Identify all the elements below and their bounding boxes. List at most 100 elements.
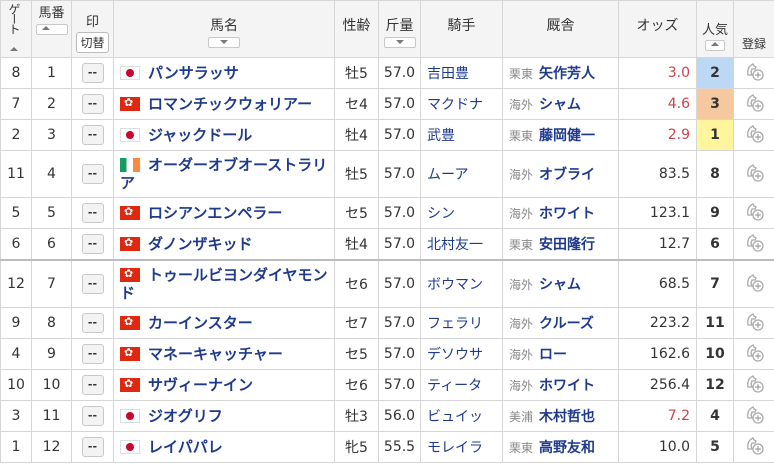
register-horse-icon[interactable] <box>743 341 765 363</box>
umaban-header[interactable]: 馬番 <box>31 0 72 58</box>
mark-button[interactable]: -- <box>81 344 104 364</box>
ninki-cell: 10 <box>696 338 734 370</box>
name-sort-icon[interactable] <box>208 37 240 48</box>
gate-header-label: ゲート <box>7 3 21 33</box>
country-flag-icon <box>120 96 140 111</box>
horse-name-link[interactable]: カーインスター <box>148 314 253 332</box>
trainer-link[interactable]: 矢作芳人 <box>539 66 595 82</box>
horse-name-link[interactable]: オーダーオブオーストラリア <box>120 156 327 192</box>
register-horse-icon[interactable] <box>743 434 765 456</box>
mark-button[interactable]: -- <box>81 234 104 254</box>
odds-header[interactable]: オッズ <box>618 0 697 58</box>
umaban-cell: 8 <box>31 307 72 339</box>
odds-value: 7.2 <box>667 408 690 424</box>
jockey-cell: 武豊 <box>420 119 503 151</box>
trainer-link[interactable]: オブライ <box>539 167 595 183</box>
register-horse-icon[interactable] <box>743 60 765 82</box>
odds-value: 256.4 <box>649 377 690 393</box>
jockey-link[interactable]: 吉田豊 <box>421 66 469 82</box>
trainer-link[interactable]: ホワイト <box>539 378 595 394</box>
register-horse-icon[interactable] <box>743 200 765 222</box>
register-horse-icon[interactable] <box>743 310 765 332</box>
umaban-header-label: 馬番 <box>38 6 65 21</box>
trainer-region: 海外 <box>509 348 534 362</box>
horse-name-link[interactable]: ロマンチックウォリアー <box>148 95 312 113</box>
register-horse-icon[interactable] <box>743 91 765 113</box>
horse-name-link[interactable]: ジオグリフ <box>148 407 223 425</box>
mark-button[interactable]: -- <box>81 125 104 145</box>
register-horse-icon[interactable] <box>743 161 765 183</box>
odds-header-label: オッズ <box>636 18 679 34</box>
gate-sort-icon[interactable] <box>10 47 18 51</box>
register-cell <box>733 307 774 339</box>
odds-cell: 7.2 <box>618 400 697 432</box>
umaban-sort-icon[interactable] <box>35 24 68 35</box>
name-header[interactable]: 馬名 <box>113 0 335 58</box>
horse-name-link[interactable]: ジャックドール <box>148 126 252 144</box>
register-horse-icon[interactable] <box>743 372 765 394</box>
mark-button[interactable]: -- <box>81 313 104 333</box>
ninki-header[interactable]: 人気 <box>696 0 734 58</box>
jockey-link[interactable]: 北村友一 <box>421 237 483 253</box>
jockey-cell: フェラリ <box>420 307 503 339</box>
mark-button[interactable]: -- <box>81 406 104 426</box>
jockey-link[interactable]: ボウマン <box>421 277 483 293</box>
trainer-link[interactable]: シャム <box>539 277 581 293</box>
mark-button[interactable]: -- <box>81 437 104 457</box>
mark-cell: -- <box>71 88 114 120</box>
mark-button[interactable]: -- <box>81 375 104 395</box>
jockey-link[interactable]: ティータ <box>421 378 482 394</box>
mark-toggle-button[interactable]: 切替 <box>76 32 109 53</box>
umaban-cell: 1 <box>31 57 72 89</box>
jockey-link[interactable]: 武豊 <box>421 128 455 144</box>
horse-name-link[interactable]: トゥールビヨンダイヤモンド <box>120 266 328 302</box>
trainer-link[interactable]: 藤岡健一 <box>539 128 595 144</box>
weight-sort-icon[interactable] <box>383 37 416 48</box>
jockey-link[interactable]: マクドナ <box>421 97 483 113</box>
trainer-cell: 美浦 木村哲也 <box>502 400 619 432</box>
mark-button[interactable]: -- <box>81 274 104 294</box>
jockey-link[interactable]: ムーア <box>421 167 468 183</box>
weight-cell: 56.0 <box>378 400 421 432</box>
ninki-sort-icon[interactable] <box>705 40 725 51</box>
register-horse-icon[interactable] <box>743 271 765 293</box>
gate-header[interactable]: ゲート <box>0 0 32 58</box>
jockey-link[interactable]: モレイラ <box>421 440 483 456</box>
register-horse-icon[interactable] <box>743 122 765 144</box>
mark-button[interactable]: -- <box>81 164 104 184</box>
trainer-link[interactable]: 木村哲也 <box>539 409 595 425</box>
odds-value: 162.6 <box>649 346 690 362</box>
jockey-link[interactable]: デソウサ <box>421 347 483 363</box>
trainer-cell: 栗東 安田隆行 <box>502 228 619 261</box>
trainer-link[interactable]: 高野友和 <box>539 440 595 456</box>
odds-cell: 10.0 <box>618 431 697 463</box>
horse-name-link[interactable]: ダノンザキッド <box>148 235 253 253</box>
horse-name-link[interactable]: レイパパレ <box>148 438 223 456</box>
mark-button[interactable]: -- <box>81 203 104 223</box>
register-horse-icon[interactable] <box>743 403 765 425</box>
trainer-link[interactable]: ロー <box>539 347 567 363</box>
trainer-link[interactable]: 安田隆行 <box>539 237 595 253</box>
gate-cell: 1 <box>0 431 32 463</box>
horse-name-link[interactable]: サヴィーナイン <box>148 376 253 394</box>
trainer-link[interactable]: クルーズ <box>539 316 594 332</box>
register-horse-icon[interactable] <box>743 231 765 253</box>
trainer-cell: 海外 シャム <box>502 88 619 120</box>
trainer-cell: 栗東 高野友和 <box>502 431 619 463</box>
trainer-link[interactable]: シャム <box>539 97 581 113</box>
trainer-link[interactable]: ホワイト <box>539 206 595 222</box>
trainer-header: 厩舎 <box>502 0 619 58</box>
weight-cell: 57.0 <box>378 369 421 401</box>
mark-button[interactable]: -- <box>81 94 104 114</box>
horse-name-link[interactable]: ロシアンエンペラー <box>148 204 282 222</box>
jockey-link[interactable]: ビュイッ <box>421 409 483 425</box>
horse-name-cell: ジオグリフ <box>113 400 335 432</box>
weight-header[interactable]: 斤量 <box>378 0 421 58</box>
horse-name-link[interactable]: パンサラッサ <box>148 64 239 82</box>
mark-cell: -- <box>71 338 114 370</box>
mark-button[interactable]: -- <box>81 63 104 83</box>
umaban-cell: 7 <box>31 259 72 308</box>
jockey-link[interactable]: フェラリ <box>421 316 483 332</box>
jockey-link[interactable]: シン <box>421 206 455 222</box>
horse-name-link[interactable]: マネーキャッチャー <box>148 345 283 363</box>
